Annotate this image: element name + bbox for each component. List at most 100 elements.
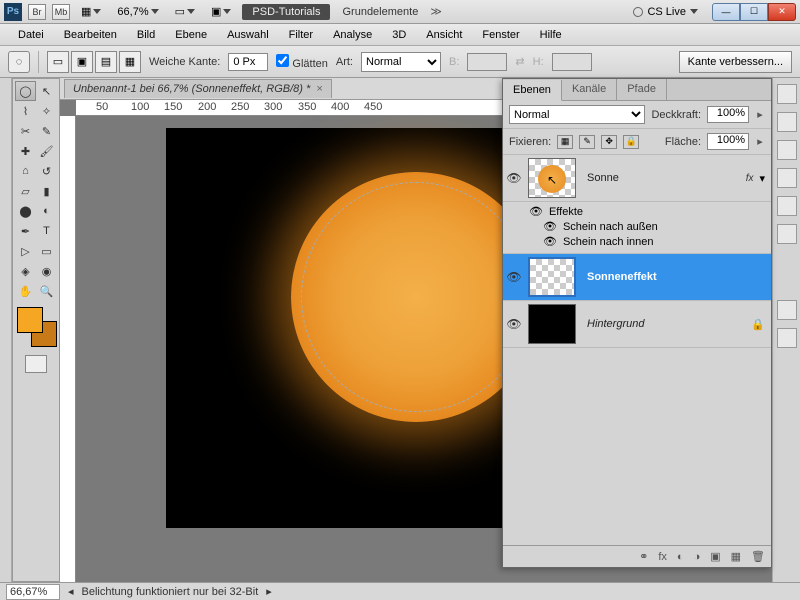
fill-flyout-icon[interactable]: ▸ [755,135,765,148]
foreground-color-swatch[interactable] [17,307,43,333]
new-selection-icon[interactable]: ▭ [47,51,69,73]
layer-name[interactable]: Sonne [579,172,740,184]
lock-transparent-icon[interactable]: ▦ [557,135,573,149]
layer-row-sonneneffekt[interactable]: 👁 Sonneneffekt [503,254,771,301]
menu-datei[interactable]: Datei [8,26,54,44]
zoom-tool[interactable]: 🔍 [36,281,57,301]
menu-ebene[interactable]: Ebene [165,26,217,44]
fx-header[interactable]: Effekte [549,206,583,218]
fill-input[interactable]: 100% [707,133,749,150]
status-zoom-input[interactable]: 66,67% [6,584,60,600]
collapsed-panel-strip[interactable] [0,78,12,582]
camera-tool[interactable]: ◉ [36,261,57,281]
panel-icon[interactable] [777,112,797,132]
panel-icon[interactable] [777,328,797,348]
visibility-eye-icon[interactable]: 👁 [529,205,543,218]
antialias-checkbox[interactable]: Glätten [276,54,328,70]
window-maximize-button[interactable]: ☐ [740,3,768,21]
workspace-secondary[interactable]: Grundelemente [336,6,424,18]
minibridge-button[interactable]: Mb [52,4,70,20]
heal-tool[interactable]: ✚ [15,141,36,161]
eraser-tool[interactable]: ▱ [15,181,36,201]
window-minimize-button[interactable]: — [712,3,740,21]
layer-name[interactable]: Hintergrund [579,318,745,330]
layer-row-hintergrund[interactable]: 👁 Hintergrund 🔒 [503,301,771,348]
layer-thumb[interactable]: ↖ [528,158,576,198]
group-icon[interactable]: ▣ [710,550,720,563]
adjustment-icon[interactable]: ◑ [694,551,701,563]
visibility-eye-icon[interactable]: 👁 [543,220,557,233]
delete-layer-icon[interactable]: 🗑 [751,550,765,563]
layer-thumb[interactable] [528,257,576,297]
eyedrop-tool[interactable]: ✎ [36,121,57,141]
intersect-selection-icon[interactable]: ▦ [119,51,141,73]
view-extras-dropdown[interactable]: ▦ [76,3,106,21]
color-swatches[interactable] [17,307,57,347]
arrange-dropdown[interactable]: ▭ [170,3,200,21]
menu-3d[interactable]: 3D [382,26,416,44]
canvas[interactable] [166,128,516,528]
brush-tool[interactable]: 🖌 [36,141,57,161]
status-prev-icon[interactable]: ◂ [68,585,74,598]
lasso-tool[interactable]: ⌇ [15,101,36,121]
dodge-tool[interactable]: ◐ [36,201,57,221]
lock-paint-icon[interactable]: ✎ [579,135,595,149]
fx-menu-icon[interactable]: fx [658,551,667,563]
menu-auswahl[interactable]: Auswahl [217,26,279,44]
menu-hilfe[interactable]: Hilfe [530,26,572,44]
panel-icon[interactable] [777,300,797,320]
lock-all-icon[interactable]: 🔒 [623,135,639,149]
opacity-input[interactable]: 100% [707,106,749,123]
close-tab-icon[interactable]: × [316,83,322,95]
blend-mode-select[interactable]: Normal [509,105,645,124]
panel-icon[interactable] [777,84,797,104]
panel-tab-ebenen[interactable]: Ebenen [503,80,562,101]
document-tab[interactable]: Unbenannt-1 bei 66,7% (Sonneneffekt, RGB… [64,79,332,98]
new-layer-icon[interactable]: ▦ [731,550,741,563]
menu-fenster[interactable]: Fenster [472,26,529,44]
link-layers-icon[interactable]: ⚭ [639,550,648,563]
panel-tab-pfade[interactable]: Pfade [617,79,667,100]
blur-tool[interactable]: ⬤ [15,201,36,221]
visibility-eye-icon[interactable]: 👁 [543,235,557,248]
workspace-more-icon[interactable]: ≫ [430,5,440,18]
opacity-flyout-icon[interactable]: ▸ [755,108,765,121]
menu-bearbeiten[interactable]: Bearbeiten [54,26,127,44]
menu-filter[interactable]: Filter [279,26,323,44]
menu-ansicht[interactable]: Ansicht [416,26,472,44]
menu-bild[interactable]: Bild [127,26,165,44]
style-select[interactable]: Normal [361,52,441,72]
hand-tool[interactable]: ✋ [15,281,36,301]
fx-expand-icon[interactable]: ▾ [759,172,771,185]
crop-tool[interactable]: ✂ [15,121,36,141]
layer-row-sonne[interactable]: 👁 ↖ Sonne fx ▾ [503,155,771,202]
fx-badge-icon[interactable]: fx [740,173,760,184]
window-close-button[interactable]: ✕ [768,3,796,21]
subtract-selection-icon[interactable]: ▤ [95,51,117,73]
screen-mode-dropdown[interactable]: ▣ [206,3,236,21]
type-tool[interactable]: T [36,221,57,241]
mask-icon[interactable]: ◐ [677,551,684,563]
refine-edge-button[interactable]: Kante verbessern... [679,51,792,73]
marquee-tool[interactable]: ◯ [15,81,36,101]
zoom-level-dropdown[interactable]: 66,7% [112,3,163,21]
lock-position-icon[interactable]: ✥ [601,135,617,149]
visibility-eye-icon[interactable]: 👁 [506,317,521,331]
visibility-eye-icon[interactable]: 👁 [506,171,521,185]
fx-item[interactable]: Schein nach innen [563,236,654,248]
panel-icon[interactable] [777,168,797,188]
3d-tool[interactable]: ◈ [15,261,36,281]
gradient-tool[interactable]: ▮ [36,181,57,201]
fx-item[interactable]: Schein nach außen [563,221,658,233]
panel-icon[interactable] [777,140,797,160]
feather-input[interactable] [228,53,268,71]
panel-icon[interactable] [777,196,797,216]
bridge-button[interactable]: Br [28,4,46,20]
wand-tool[interactable]: ✧ [36,101,57,121]
layer-name[interactable]: Sonneneffekt [579,271,771,283]
pen-tool[interactable]: ✒ [15,221,36,241]
status-next-icon[interactable]: ▸ [266,585,272,598]
menu-analyse[interactable]: Analyse [323,26,382,44]
layer-thumb[interactable] [528,304,576,344]
panel-icon[interactable] [777,224,797,244]
